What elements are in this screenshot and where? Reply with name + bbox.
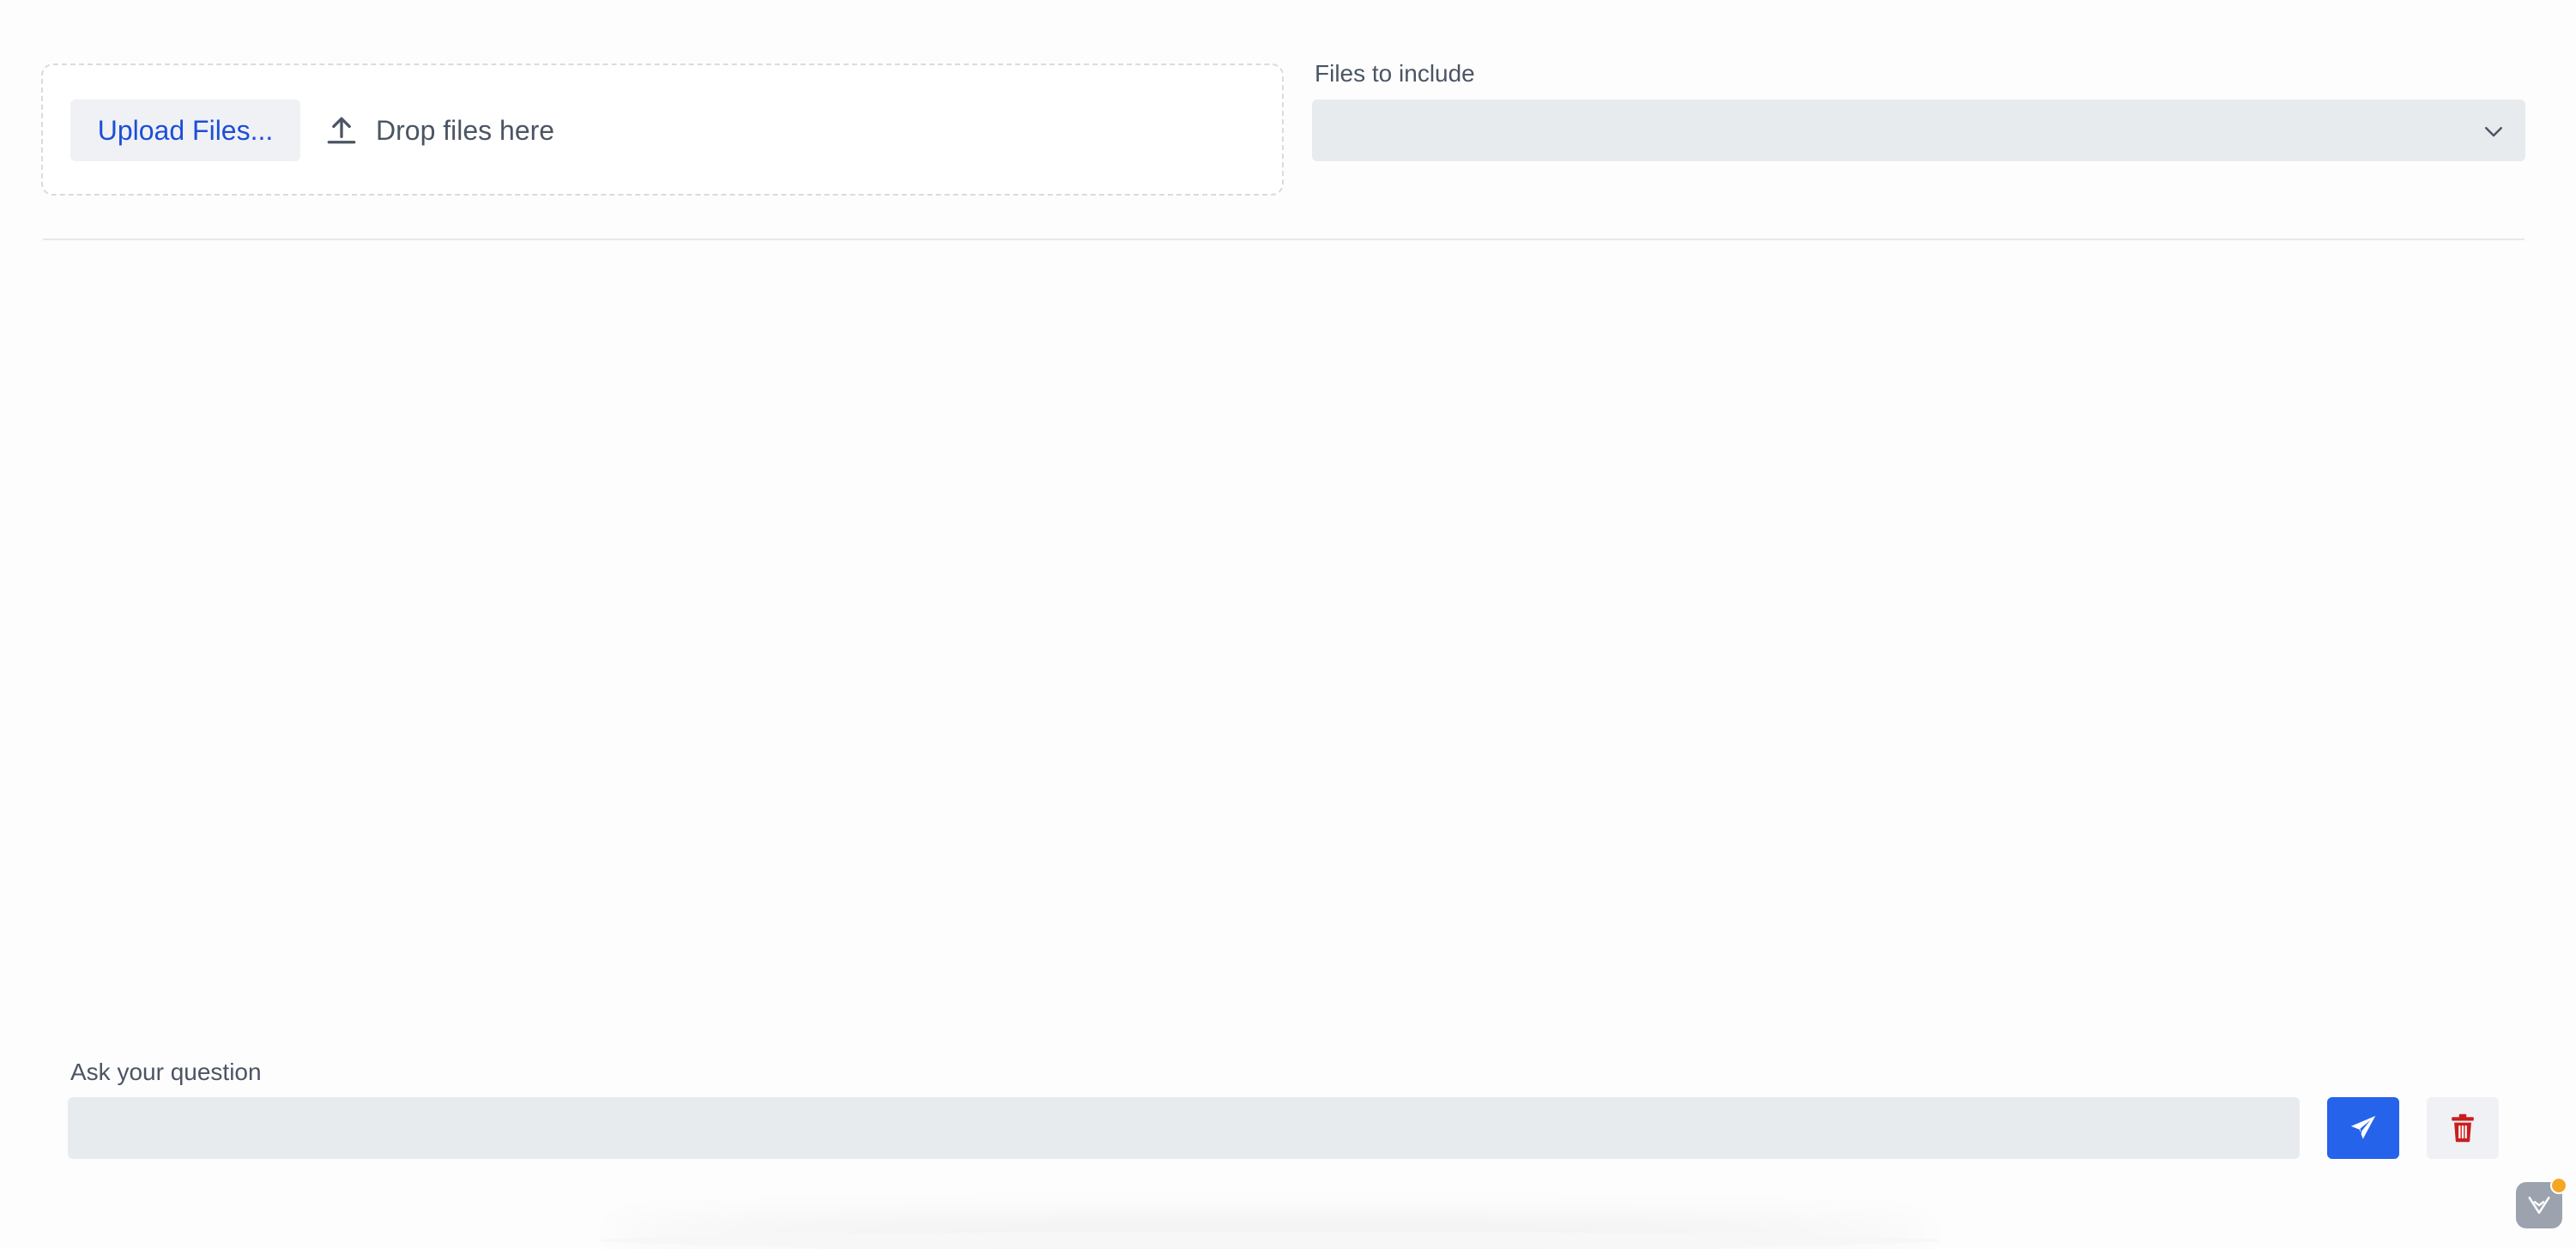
section-divider xyxy=(43,238,2525,240)
files-to-include-label: Files to include xyxy=(1315,60,1475,87)
chat-widget-button[interactable] xyxy=(2516,1177,2567,1228)
clear-chat-button[interactable] xyxy=(2427,1097,2499,1159)
upload-icon xyxy=(323,112,360,149)
chevron-down-icon xyxy=(2481,118,2506,144)
file-dropzone[interactable]: Upload Files... Drop files here xyxy=(41,63,1284,196)
drop-files-text: Drop files here xyxy=(376,114,555,146)
paper-plane-icon xyxy=(2350,1115,2376,1139)
upload-files-button[interactable]: Upload Files... xyxy=(70,100,300,161)
notification-dot xyxy=(2550,1177,2567,1194)
drop-files-hint: Drop files here xyxy=(323,100,554,161)
chat-widget-icon xyxy=(2528,1197,2550,1214)
ask-question-label: Ask your question xyxy=(70,1059,262,1085)
send-button[interactable] xyxy=(2327,1097,2399,1159)
trash-icon xyxy=(2452,1113,2474,1143)
question-input[interactable] xyxy=(68,1097,2300,1159)
bottom-shadow xyxy=(601,1232,1939,1249)
files-to-include-select[interactable] xyxy=(1312,100,2525,161)
